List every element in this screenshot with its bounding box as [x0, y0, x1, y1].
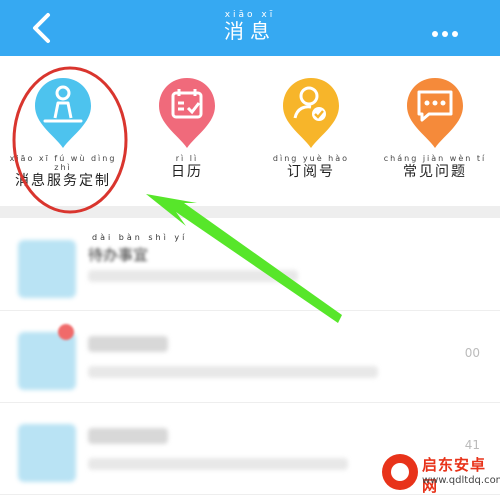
list-item-time: 00 [464, 346, 480, 360]
entry-label: 订阅号 [287, 164, 335, 180]
list-item-title-ruby: dài bàn shì yí [92, 233, 188, 242]
section-divider [0, 206, 500, 218]
list-item-title [88, 336, 168, 352]
entry-faq[interactable]: cháng jiàn wèn tí 常见问题 [380, 76, 490, 181]
notice-icon [18, 240, 76, 298]
unread-badge [58, 324, 74, 340]
watermark-url: www.qdltdq.com [422, 475, 500, 486]
list-item-preview [88, 366, 378, 378]
page-title-group: xiāo xī 消息 [0, 10, 500, 42]
top-bar: xiāo xī 消息 [0, 0, 500, 56]
entry-subscriptions[interactable]: dìng yuè hào 订阅号 [256, 76, 366, 181]
list-item-title [88, 428, 168, 444]
notice-icon [18, 424, 76, 482]
entry-label: 日历 [171, 164, 203, 180]
entry-ruby: cháng jiàn wèn tí [383, 154, 487, 163]
list-item-title: 待办事宜 [88, 246, 149, 264]
more-dots-icon[interactable] [432, 22, 464, 37]
list-item-preview [88, 270, 298, 282]
watermark-logo-icon [382, 454, 418, 490]
calendar-check-icon [157, 76, 217, 150]
page-title: 消息 [224, 19, 276, 43]
person-meditate-icon [33, 76, 93, 150]
notice-icon [18, 332, 76, 390]
list-item-time: 41 [464, 438, 480, 452]
entry-calendar[interactable]: rì lì 日历 [132, 76, 242, 181]
entry-ruby: rì lì [175, 154, 199, 163]
list-item[interactable]: 00 [0, 310, 500, 403]
user-check-icon [281, 76, 341, 150]
entry-label: 消息服务定制 [15, 173, 111, 189]
list-item-preview [88, 458, 348, 470]
site-watermark: 启东安卓网 www.qdltdq.com [382, 452, 500, 495]
quick-entries: xiāo xī fú wù dìng zhì 消息服务定制 rì lì 日历 d… [0, 56, 500, 206]
entry-label: 常见问题 [403, 164, 467, 180]
entry-message-service[interactable]: xiāo xī fú wù dìng zhì 消息服务定制 [8, 76, 118, 190]
entry-ruby: dìng yuè hào [272, 154, 350, 163]
list-item[interactable]: dài bàn shì yí 待办事宜 [0, 218, 500, 311]
chat-bubble-icon [405, 76, 465, 150]
entry-ruby: xiāo xī fú wù dìng zhì [9, 154, 117, 172]
